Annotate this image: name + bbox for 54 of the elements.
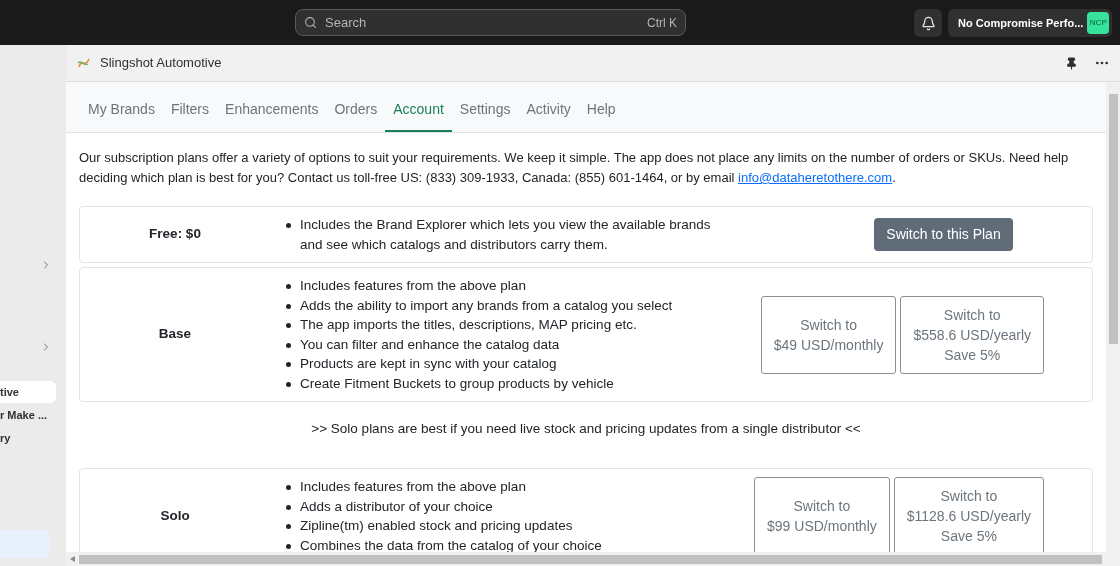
nav-tab[interactable]: Help [578, 99, 624, 132]
switch-plan-button[interactable]: Switch to $558.6 USD/yearly Save 5% [900, 295, 1044, 374]
feature-text: Combines the data from the catalog of your choice [300, 536, 602, 552]
sidebar-item[interactable]: tive [0, 381, 56, 403]
bullet-icon [286, 485, 291, 491]
bullet-icon [286, 381, 291, 387]
scroll-left-icon[interactable] [70, 556, 75, 562]
nav-tab[interactable]: Account [385, 99, 452, 132]
app-title: Slingshot Automotive [100, 54, 223, 73]
nav-tab[interactable]: Enhancements [217, 99, 327, 132]
feature-text: Adds a distributor of your choice [300, 497, 493, 516]
bullet-icon [286, 323, 291, 328]
intro-paragraph: Our subscription plans offer a variety of options to suit your requirements. We keep it simple. The app does not place any limits on the number of orders or SKUs. Need help deciding which plan is best for you? Contact us toll-free US: (833) 309-1933, Canada: (855) 601-1464, or by email info@dataheretothere.com. [79, 149, 1070, 187]
bullet-icon [286, 223, 291, 228]
notifications-button[interactable] [914, 9, 942, 37]
nav-tab[interactable]: Orders [326, 99, 386, 132]
bullet-icon [286, 504, 291, 510]
feature-text: Zipline(tm) enabled stock and pricing updates [300, 517, 573, 536]
plan-name: Base [157, 325, 193, 344]
bell-icon [920, 15, 936, 31]
search-icon [304, 16, 317, 29]
search-field[interactable]: Search Ctrl K [295, 9, 686, 36]
bullet-icon [286, 543, 291, 549]
sidebar-item[interactable]: ry [0, 427, 56, 449]
nav-tab[interactable]: Filters [162, 99, 218, 132]
nav-tab[interactable]: Settings [451, 99, 519, 132]
plan-name: Free: $0 [148, 225, 202, 244]
pin-icon [1065, 56, 1078, 70]
horizontal-scrollbar[interactable] [66, 552, 1106, 566]
feature-text: The app imports the titles, descriptions, MAP pricing etc. [300, 316, 637, 334]
nav-tab[interactable]: Activity [518, 99, 579, 132]
switch-plan-button[interactable]: Switch to this Plan [874, 218, 1013, 251]
vertical-scrollbar[interactable] [1106, 82, 1120, 566]
bullet-icon [286, 362, 291, 367]
feature-text: Includes the Brand Explorer which lets you view the available brands and see which catalogs and distributors carry them. [300, 216, 712, 254]
feature-text: You can filter and enhance the catalog data [300, 335, 560, 354]
bullet-icon [286, 342, 291, 348]
account-avatar: NCP [1087, 12, 1110, 34]
feature-text: Create Fitment Buckets to group products by vehicle [300, 374, 614, 393]
plan-name: Solo [159, 507, 191, 526]
feature-text: Products are kept in sync with your catalog [300, 355, 557, 373]
shortcut-hint: Ctrl K [647, 14, 677, 32]
nav-tab[interactable]: My Brands [80, 99, 163, 132]
bullet-icon [286, 284, 291, 289]
switch-plan-button[interactable]: Switch to $49 USD/monthly [760, 295, 897, 374]
bullet-icon [286, 524, 291, 530]
sidebar-item[interactable]: r Make ... [0, 404, 56, 426]
plan-note: >> Solo plans are best if you need live stock and pricing updates from a single distributor << [310, 420, 862, 438]
feature-text: Includes features from the above plan [300, 277, 526, 295]
bullet-icon [286, 303, 291, 309]
feature-text: Adds the ability to import any brands from a catalog you select [300, 296, 673, 315]
search-placeholder: Search [325, 13, 368, 32]
feature-text: Includes features from the above plan [300, 478, 526, 497]
account-button[interactable]: No Compromise Perfo... NCP [948, 9, 1113, 37]
